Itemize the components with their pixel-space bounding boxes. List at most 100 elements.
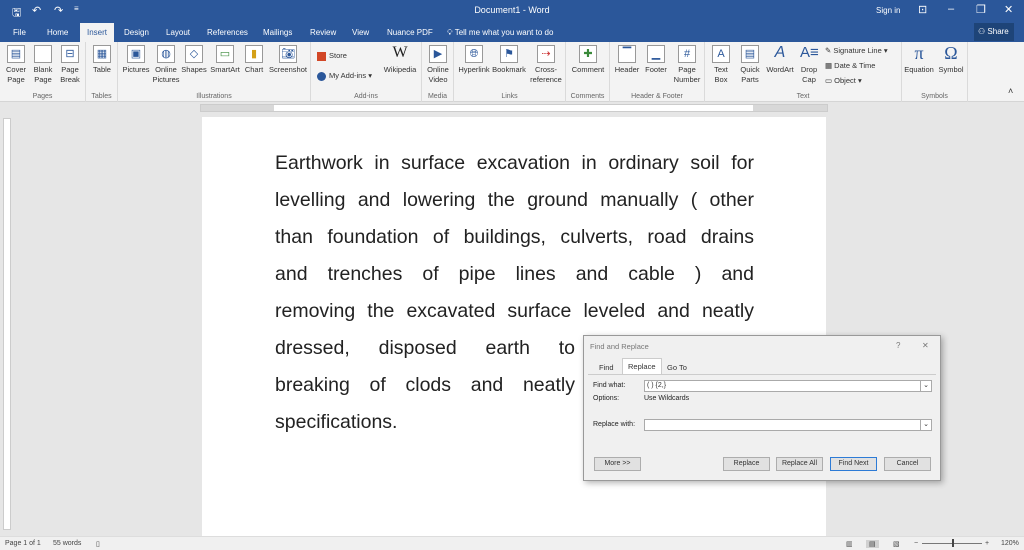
ribbon-display-icon[interactable]: ⊡ <box>918 3 927 16</box>
replace-all-button[interactable]: Replace All <box>776 457 823 471</box>
tab-view[interactable]: View <box>352 28 369 37</box>
wikipedia-button[interactable]: W Wikipedia <box>381 45 419 75</box>
tab-find[interactable]: Find <box>594 360 619 374</box>
chevron-down-icon[interactable]: ⌄ <box>920 420 931 430</box>
tab-insert[interactable]: Insert <box>80 23 115 42</box>
close-icon[interactable]: ✕ <box>1004 3 1013 16</box>
group-media: ▶ Online Video Media <box>422 42 454 102</box>
web-layout-icon[interactable]: ▧ <box>893 540 900 548</box>
cover-page-button[interactable]: ▤ Cover Page <box>4 45 28 85</box>
header-button[interactable]: ▔ Header <box>613 45 641 75</box>
tab-mailings[interactable]: Mailings <box>263 28 292 37</box>
proofing-icon[interactable]: ▯ <box>96 540 100 548</box>
zoom-slider-thumb[interactable] <box>952 539 954 547</box>
print-layout-icon[interactable]: ▤ <box>866 540 879 548</box>
table-button[interactable]: ▦ Table <box>90 45 114 75</box>
equation-button[interactable]: π Equation <box>902 44 936 75</box>
page-number-button[interactable]: # Page Number <box>670 45 704 85</box>
tab-replace[interactable]: Replace <box>622 358 662 375</box>
footer-button[interactable]: ▁ Footer <box>642 45 670 75</box>
tab-review[interactable]: Review <box>310 28 336 37</box>
my-add-ins-button[interactable]: My Add-ins ▾ <box>317 71 372 81</box>
zoom-out-button[interactable]: − <box>914 540 918 547</box>
chevron-down-icon[interactable]: ⌄ <box>920 381 931 391</box>
person-icon: ⚇ <box>978 27 988 36</box>
group-label: Pages <box>32 93 53 100</box>
hyperlink-button[interactable]: 🌐︎ Hyperlink <box>457 45 491 75</box>
replace-with-input[interactable]: ⌄ <box>644 419 932 431</box>
blank-page-icon <box>34 45 52 63</box>
blank-page-button[interactable]: Blank Page <box>31 45 55 85</box>
horizontal-ruler[interactable] <box>200 104 828 112</box>
online-pictures-button[interactable]: ◍ Online Pictures <box>152 45 180 85</box>
cancel-button[interactable]: Cancel <box>884 457 931 471</box>
quick-parts-icon: ▤ <box>741 45 759 63</box>
shapes-icon: ◇ <box>185 45 203 63</box>
shapes-button[interactable]: ◇ Shapes <box>181 45 207 75</box>
signature-line-button[interactable]: ✎ Signature Line ▾ <box>825 46 888 55</box>
cover-page-icon: ▤ <box>7 45 25 63</box>
sign-in-link[interactable]: Sign in <box>876 6 900 15</box>
comment-icon: ✚ <box>579 45 597 63</box>
window-title: Document1 - Word <box>474 5 550 15</box>
wordart-button[interactable]: A WordArt <box>764 45 796 75</box>
minimize-icon[interactable]: – <box>948 3 954 15</box>
tab-file[interactable]: File <box>13 28 26 37</box>
group-label: Header & Footer <box>631 93 683 100</box>
page-break-button[interactable]: ⊟ Page Break <box>58 45 82 85</box>
help-button[interactable]: ? <box>896 341 900 350</box>
text-box-icon: A <box>712 45 730 63</box>
header-icon: ▔ <box>618 45 636 63</box>
restore-icon[interactable]: ❐ <box>976 3 986 16</box>
symbol-button[interactable]: Ω Symbol <box>936 44 966 75</box>
tab-go-to[interactable]: Go To <box>662 360 692 374</box>
tab-nuance-pdf[interactable]: Nuance PDF <box>387 28 433 37</box>
cross-reference-button[interactable]: ⇢ Cross-reference <box>528 45 564 85</box>
find-next-button[interactable]: Find Next <box>830 457 877 471</box>
lightbulb-icon: 💡︎ <box>447 28 455 37</box>
group-label: Tables <box>91 93 112 100</box>
tab-references[interactable]: References <box>207 28 248 37</box>
page-count[interactable]: Page 1 of 1 <box>5 540 41 547</box>
share-button[interactable]: ⚇ Share <box>974 23 1014 41</box>
bookmark-button[interactable]: ⚑ Bookmark <box>492 45 526 75</box>
object-button[interactable]: ▭ Object ▾ <box>825 76 862 85</box>
chart-button[interactable]: ▮ Chart <box>242 45 266 75</box>
bookmark-icon: ⚑ <box>500 45 518 63</box>
quick-parts-button[interactable]: ▤ Quick Parts <box>736 45 764 85</box>
replace-button[interactable]: Replace <box>723 457 770 471</box>
store-icon <box>317 51 326 61</box>
word-count[interactable]: 55 words <box>53 540 81 547</box>
find-what-input[interactable]: ( ) {2,} ⌄ <box>644 380 932 392</box>
pictures-button[interactable]: ▣ Pictures <box>122 45 150 75</box>
text-box-button[interactable]: A Text Box <box>708 45 734 85</box>
store-button[interactable]: Store <box>317 51 347 61</box>
document-line: dressed, disposed earth to <box>275 337 575 359</box>
online-video-button[interactable]: ▶ Online Video <box>424 45 452 85</box>
group-symbols: π Equation Ω Symbol Symbols <box>902 42 968 102</box>
tab-layout[interactable]: Layout <box>166 28 190 37</box>
read-mode-icon[interactable]: ▥ <box>846 540 853 548</box>
drop-cap-button[interactable]: A≡ Drop Cap <box>797 45 821 85</box>
more-button[interactable]: More >> <box>594 457 641 471</box>
screenshot-button[interactable]: 📷︎ Screenshot <box>268 45 308 75</box>
dialog-close-button[interactable]: ✕ <box>922 341 929 350</box>
date-time-button[interactable]: ▦ Date & Time <box>825 61 875 70</box>
collapse-ribbon-icon[interactable]: ˄ <box>1008 86 1013 96</box>
screenshot-icon: 📷︎ <box>279 45 297 63</box>
replace-with-label: Replace with: <box>593 421 636 428</box>
group-label: Comments <box>570 93 605 100</box>
tab-design[interactable]: Design <box>124 28 149 37</box>
tell-me-search[interactable]: 💡︎ Tell me what you want to do <box>447 28 553 38</box>
comment-button[interactable]: ✚ Comment <box>569 45 607 75</box>
smartart-button[interactable]: ▭ SmartArt <box>208 45 242 75</box>
zoom-level[interactable]: 120% <box>1001 540 1019 547</box>
hyperlink-icon: 🌐︎ <box>465 45 483 63</box>
tab-home[interactable]: Home <box>47 28 68 37</box>
page-number-icon: # <box>678 45 696 63</box>
document-line: breaking of clods and neatly <box>275 374 575 396</box>
vertical-ruler[interactable] <box>3 118 11 530</box>
zoom-in-button[interactable]: + <box>985 540 989 547</box>
smartart-icon: ▭ <box>216 45 234 63</box>
cross-reference-icon: ⇢ <box>537 45 555 63</box>
